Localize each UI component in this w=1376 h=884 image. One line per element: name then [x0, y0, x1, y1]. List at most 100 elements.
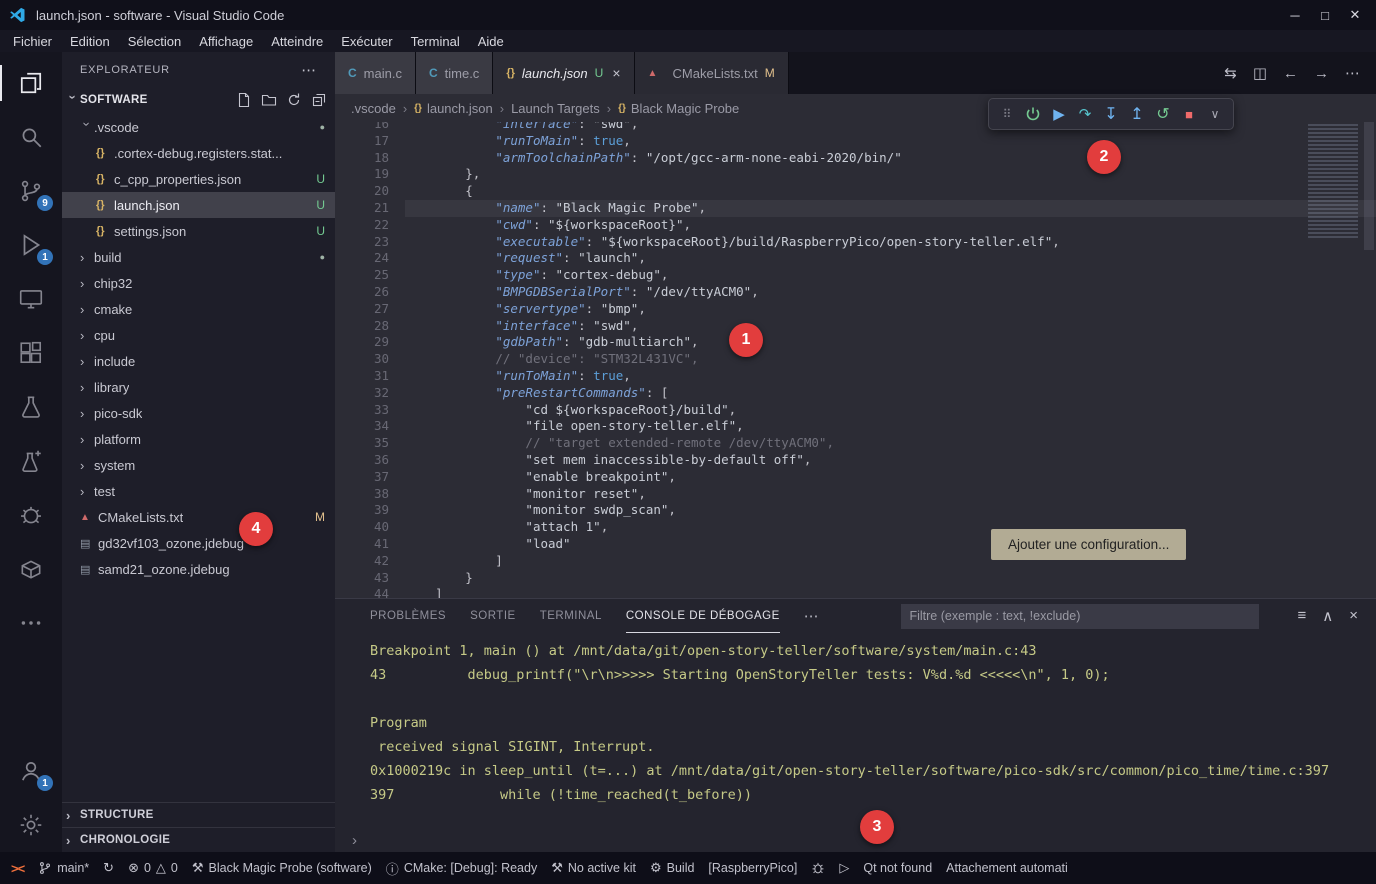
debug-target-button[interactable]: ⚒Black Magic Probe (software)	[185, 852, 379, 884]
close-button[interactable]: ✕	[1342, 3, 1368, 27]
close-icon[interactable]: ×	[612, 65, 620, 81]
menu-s-lection[interactable]: Sélection	[119, 34, 190, 49]
problems-indicator[interactable]: ⊗0 △0	[121, 852, 185, 884]
tree-item-build[interactable]: ›build●	[62, 244, 335, 270]
compare-icon[interactable]: ⇆	[1224, 64, 1237, 82]
tab-time-c[interactable]: C time.c	[416, 52, 493, 94]
activity-test-explorer[interactable]	[0, 434, 62, 488]
code-line-44[interactable]: 44 ]	[335, 586, 1376, 598]
new-folder-icon[interactable]	[261, 92, 277, 108]
tree-item-cmakelists-txt[interactable]: ▲CMakeLists.txtM	[62, 504, 335, 530]
code-line-19[interactable]: 19 },	[335, 166, 1376, 183]
launch-button[interactable]: ▷	[832, 852, 856, 884]
activity-search[interactable]	[0, 110, 62, 164]
tree-item-platform[interactable]: ›platform	[62, 426, 335, 452]
code-line-39[interactable]: 39 "monitor swdp_scan",	[335, 502, 1376, 519]
qt-status[interactable]: Qt not found	[856, 852, 939, 884]
activity-account[interactable]: 1	[0, 744, 62, 798]
code-line-23[interactable]: 23 "executable": "${workspaceRoot}/build…	[335, 234, 1376, 251]
build-button[interactable]: ⚙Build	[643, 852, 701, 884]
continue-button[interactable]: ▶	[1047, 101, 1071, 127]
tab-cmakelists[interactable]: ▲ CMakeLists.txt M	[635, 52, 789, 94]
new-file-icon[interactable]	[236, 92, 252, 108]
collapse-all-icon[interactable]	[311, 92, 327, 108]
tree-item-vscode[interactable]: ›.vscode●	[62, 114, 335, 140]
build-target-button[interactable]: [RaspberryPico]	[701, 852, 804, 884]
code-line-20[interactable]: 20 {	[335, 183, 1376, 200]
panel-tab-terminal[interactable]: TERMINAL	[540, 599, 602, 633]
more-actions-icon[interactable]: ⋯	[1345, 64, 1360, 82]
refresh-icon[interactable]	[286, 92, 302, 108]
drag-grip-icon[interactable]: ⠿	[995, 101, 1019, 127]
tree-item-c-cpp-properties-json[interactable]: {}c_cpp_properties.jsonU	[62, 166, 335, 192]
code-line-41[interactable]: 41 "load"	[335, 536, 1376, 553]
breadcrumb-item[interactable]: .vscode	[351, 101, 396, 116]
filter-input[interactable]	[909, 609, 1251, 623]
sidebar-more-icon[interactable]: ⋯	[301, 61, 317, 79]
scrollbar-thumb[interactable]	[1364, 122, 1374, 250]
tree-item-pico-sdk[interactable]: ›pico-sdk	[62, 400, 335, 426]
close-panel-icon[interactable]: ×	[1349, 607, 1358, 625]
tree-item-launch-json[interactable]: {}launch.jsonU	[62, 192, 335, 218]
menu-fichier[interactable]: Fichier	[4, 34, 61, 49]
debug-button[interactable]	[804, 852, 832, 884]
chevron-down-icon[interactable]: ∨	[1203, 101, 1227, 127]
restart-button[interactable]: ↺	[1151, 101, 1175, 127]
activity-testing[interactable]	[0, 380, 62, 434]
code-line-33[interactable]: 33 "cd ${workspaceRoot}/build",	[335, 402, 1376, 419]
add-configuration-button[interactable]: Ajouter une configuration...	[991, 529, 1186, 560]
back-icon[interactable]: ←	[1283, 65, 1298, 82]
console-prompt[interactable]: ›	[352, 832, 357, 849]
panel-tab-console-de-d-bogage[interactable]: CONSOLE DE DÉBOGAGE	[626, 599, 780, 633]
maximize-button[interactable]: □	[1312, 3, 1338, 27]
sync-button[interactable]: ↻	[96, 852, 121, 884]
code-line-34[interactable]: 34 "file open-story-teller.elf",	[335, 418, 1376, 435]
menu-edition[interactable]: Edition	[61, 34, 119, 49]
code-line-37[interactable]: 37 "enable breakpoint",	[335, 469, 1376, 486]
code-line-21[interactable]: 21 "name": "Black Magic Probe",	[335, 200, 1376, 217]
tab-launch-json[interactable]: {} launch.json U ×	[493, 52, 634, 94]
code-line-17[interactable]: 17 "runToMain": true,	[335, 133, 1376, 150]
cmake-status[interactable]: ⓘCMake: [Debug]: Ready	[379, 852, 544, 884]
breadcrumb-item[interactable]: Launch Targets	[511, 101, 600, 116]
code-line-35[interactable]: 35 // "target extended-remote /dev/ttyAC…	[335, 435, 1376, 452]
tab-main-c[interactable]: C main.c	[335, 52, 416, 94]
maximize-panel-icon[interactable]: ∧	[1322, 607, 1333, 625]
code-line-43[interactable]: 43 }	[335, 570, 1376, 587]
forward-icon[interactable]: →	[1314, 65, 1329, 82]
menu-terminal[interactable]: Terminal	[402, 34, 469, 49]
kit-button[interactable]: ⚒No active kit	[544, 852, 643, 884]
code-line-42[interactable]: 42 ]	[335, 553, 1376, 570]
tree-item-system[interactable]: ›system	[62, 452, 335, 478]
stop-button[interactable]: ■	[1177, 101, 1201, 127]
code-line-25[interactable]: 25 "type": "cortex-debug",	[335, 267, 1376, 284]
tree-item-settings-json[interactable]: {}settings.jsonU	[62, 218, 335, 244]
branch-indicator[interactable]: main*	[31, 852, 96, 884]
activity-source-control[interactable]: 9	[0, 164, 62, 218]
activity-remote-explorer[interactable]	[0, 272, 62, 326]
code-editor[interactable]: 16 "interface": "swd",17 "runToMain": tr…	[335, 122, 1376, 598]
activity-explorer[interactable]	[0, 56, 62, 110]
code-line-26[interactable]: 26 "BMPGDBSerialPort": "/dev/ttyACM0",	[335, 284, 1376, 301]
step-into-button[interactable]: ↧	[1099, 101, 1123, 127]
tree-item-chip32[interactable]: ›chip32	[62, 270, 335, 296]
workspace-section-header[interactable]: › SOFTWARE	[62, 88, 335, 112]
menu-atteindre[interactable]: Atteindre	[262, 34, 332, 49]
breadcrumb-item[interactable]: {}launch.json	[414, 101, 493, 116]
activity-settings[interactable]	[0, 798, 62, 852]
code-line-22[interactable]: 22 "cwd": "${workspaceRoot}",	[335, 217, 1376, 234]
step-out-button[interactable]: ↥	[1125, 101, 1149, 127]
minimize-button[interactable]: ─	[1282, 3, 1308, 27]
menu-ex-cuter[interactable]: Exécuter	[332, 34, 401, 49]
power-button[interactable]	[1021, 101, 1045, 127]
timeline-section[interactable]: › CHRONOLOGIE	[62, 827, 335, 852]
code-line-30[interactable]: 30 // "device": "STM32L431VC",	[335, 351, 1376, 368]
activity-more[interactable]	[0, 596, 62, 650]
code-line-29[interactable]: 29 "gdbPath": "gdb-multiarch",	[335, 334, 1376, 351]
code-line-40[interactable]: 40 "attach 1",	[335, 519, 1376, 536]
clear-console-icon[interactable]: ≡	[1297, 607, 1306, 625]
breadcrumb-item[interactable]: {}Black Magic Probe	[618, 101, 739, 116]
code-line-24[interactable]: 24 "request": "launch",	[335, 250, 1376, 267]
code-line-28[interactable]: 28 "interface": "swd",	[335, 318, 1376, 335]
minimap[interactable]	[1308, 124, 1358, 240]
